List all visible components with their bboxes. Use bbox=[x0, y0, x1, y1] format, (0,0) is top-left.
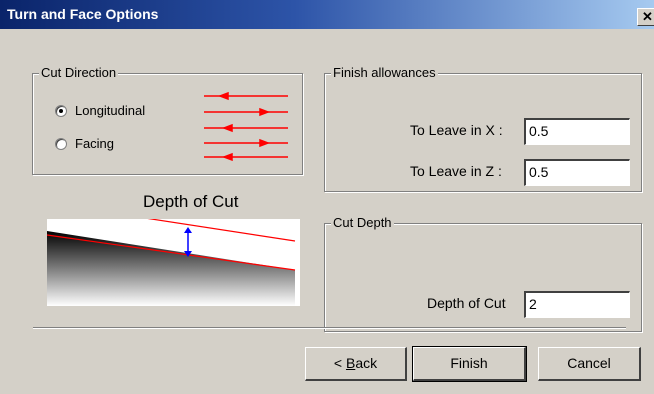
longitudinal-label[interactable]: Longitudinal bbox=[75, 103, 145, 119]
cancel-label: Cancel bbox=[567, 355, 611, 371]
arrow-head-right-2 bbox=[259, 138, 271, 148]
cut-direction-arrows-icon bbox=[204, 91, 288, 161]
arrow-head-left-2 bbox=[221, 123, 233, 133]
radio-selected-dot bbox=[59, 109, 63, 113]
leave-x-input[interactable]: 0.5 bbox=[524, 118, 630, 145]
close-button[interactable]: ✕ bbox=[637, 8, 654, 26]
finish-label: Finish bbox=[450, 355, 488, 371]
leave-x-label: To Leave in X : bbox=[410, 122, 503, 138]
depth-of-cut-input[interactable]: 2 bbox=[524, 291, 630, 318]
back-prefix: < bbox=[333, 355, 346, 371]
back-rest: ack bbox=[355, 355, 378, 371]
turn-face-options-dialog: Turn and Face Options ✕ Cut Direction Lo… bbox=[0, 0, 654, 394]
longitudinal-radio[interactable] bbox=[55, 105, 67, 117]
finish-allowances-label: Finish allowances bbox=[331, 65, 438, 81]
workpiece-stock bbox=[47, 231, 295, 306]
cancel-button[interactable]: Cancel bbox=[538, 347, 641, 381]
finish-button[interactable]: Finish bbox=[412, 346, 527, 382]
close-icon: ✕ bbox=[642, 9, 653, 24]
depth-of-cut-label: Depth of Cut bbox=[427, 295, 506, 311]
title-bar[interactable]: Turn and Face Options ✕ bbox=[0, 0, 654, 29]
arrow-head-right-1 bbox=[259, 107, 271, 117]
dialog-body: Cut Direction Longitudinal Facing Depth … bbox=[0, 29, 654, 394]
window-title: Turn and Face Options bbox=[7, 6, 159, 22]
arrow-head-left-3 bbox=[221, 152, 233, 161]
facing-label[interactable]: Facing bbox=[75, 136, 114, 152]
cut-depth-label: Cut Depth bbox=[331, 215, 394, 231]
cut-direction-label: Cut Direction bbox=[39, 65, 119, 81]
depth-arrow-up bbox=[184, 227, 192, 233]
depth-of-cut-diagram bbox=[46, 202, 300, 306]
leave-z-label: To Leave in Z : bbox=[410, 163, 502, 179]
facing-radio[interactable] bbox=[55, 138, 67, 150]
depth-of-cut-illustration bbox=[46, 202, 296, 306]
back-button[interactable]: < Back bbox=[305, 347, 407, 381]
arrow-head-left-1 bbox=[217, 91, 229, 101]
leave-z-input[interactable]: 0.5 bbox=[524, 159, 630, 186]
button-separator bbox=[33, 327, 626, 329]
back-mnemonic: B bbox=[345, 355, 356, 371]
depth-of-cut-diagram-label: Depth of Cut bbox=[143, 192, 239, 211]
